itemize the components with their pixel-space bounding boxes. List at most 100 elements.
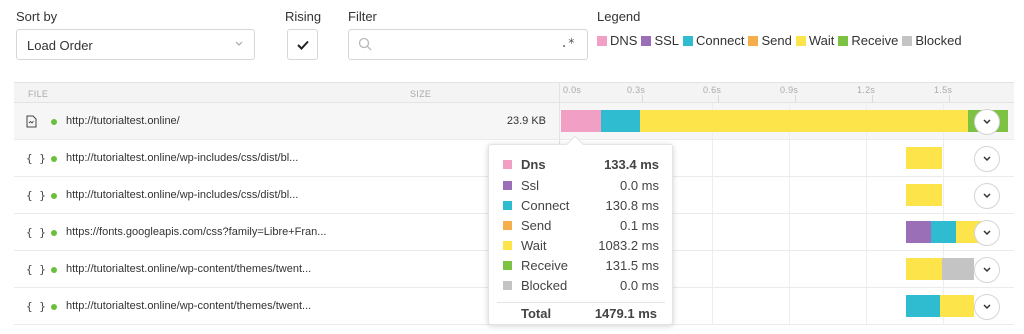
tooltip-value: 0.0 ms: [619, 178, 659, 193]
status-dot: [51, 156, 57, 162]
expand-row-button[interactable]: [974, 257, 1000, 283]
grid-line: [712, 140, 713, 176]
status-dot: [51, 193, 57, 199]
chevron-down-icon: [983, 156, 991, 162]
chevron-down-icon: [983, 119, 991, 125]
css-file-icon: { }: [26, 152, 46, 165]
tooltip-swatch-dns: [503, 160, 512, 169]
tooltip-name: Dns: [521, 157, 546, 172]
timeline-tick: 0.0s: [563, 85, 582, 95]
tooltip-name: Blocked: [521, 278, 568, 293]
chevron-down-icon: [983, 267, 991, 273]
legend: DNS SSL Connect Send Wait Receive Blocke…: [597, 33, 962, 48]
timing-bar-wait: [906, 258, 942, 280]
table-row[interactable]: http://tutorialtest.online/ 23.9 KB: [14, 103, 1014, 140]
request-url: http://tutorialtest.online/wp-content/th…: [66, 263, 312, 275]
filter-input[interactable]: [379, 30, 559, 59]
timing-bar-wait: [940, 295, 974, 317]
timeline-cell: [559, 103, 1014, 139]
filter-box[interactable]: .*: [348, 29, 588, 60]
timeline-tick: 0.9s: [780, 85, 799, 95]
request-url: http://tutorialtest.online/wp-content/th…: [66, 300, 312, 312]
regex-toggle[interactable]: .*: [561, 36, 575, 50]
rising-label: Rising: [285, 9, 322, 24]
expand-row-button[interactable]: [974, 109, 1000, 135]
request-size: 23.9 KB: [506, 115, 546, 127]
chevron-down-icon: [983, 230, 991, 236]
tooltip-total-label: Total: [521, 306, 552, 321]
status-dot: [51, 267, 57, 273]
grid-line: [866, 140, 867, 176]
timing-bar-dns: [561, 110, 601, 132]
timeline-header: 0.0s 0.3s 0.6s 0.9s 1.2s 1.5s: [559, 83, 1014, 102]
tooltip-row-receive: Receive 131.5 ms: [489, 256, 674, 276]
tooltip-value: 0.1 ms: [619, 218, 659, 233]
legend-item-receive: Receive: [851, 33, 899, 48]
expand-row-button[interactable]: [974, 294, 1000, 320]
tooltip-row-ssl: Ssl 0.0 ms: [489, 176, 674, 196]
legend-swatch-dns: [597, 35, 607, 46]
filter-label: Filter: [348, 9, 377, 24]
status-dot: [51, 304, 57, 310]
legend-swatch-wait: [795, 35, 806, 46]
status-dot: [51, 119, 57, 125]
tooltip-name: Ssl: [521, 178, 540, 193]
legend-swatch-connect: [683, 35, 694, 46]
timeline-tick-mark: [718, 95, 719, 102]
tooltip-swatch-send: [503, 221, 512, 230]
legend-item-blocked: Blocked: [915, 33, 962, 48]
tooltip-swatch-ssl: [503, 181, 512, 190]
html-file-icon: [26, 115, 37, 131]
request-url: http://tutorialtest.online/wp-includes/c…: [66, 189, 299, 201]
timeline-tick-mark: [872, 95, 873, 102]
tooltip-name: Send: [521, 218, 552, 233]
rising-checkbox[interactable]: [287, 29, 318, 60]
tooltip-row-wait: Wait 1083.2 ms: [489, 236, 674, 256]
sort-by-select[interactable]: Load Order: [16, 29, 255, 60]
timing-bar-connect: [601, 110, 640, 132]
tooltip-row-send: Send 0.1 ms: [489, 216, 674, 236]
css-file-icon: { }: [26, 300, 46, 313]
timing-bar-blocked: [942, 258, 974, 280]
timing-bar-ssl: [906, 221, 931, 243]
legend-swatch-send: [748, 35, 759, 46]
css-file-icon: { }: [26, 189, 46, 202]
tooltip-value: 131.5 ms: [605, 258, 659, 273]
grid-line: [943, 177, 944, 213]
tooltip-swatch-receive: [503, 261, 512, 270]
timeline-tick-mark: [949, 95, 950, 102]
grid-line: [789, 140, 790, 176]
legend-item-wait: Wait: [808, 33, 835, 48]
tooltip-total-value: 1479.1 ms: [594, 306, 657, 321]
legend-swatch-blocked: [902, 35, 913, 46]
legend-item-dns: DNS: [610, 33, 638, 48]
tooltip-swatch-blocked: [503, 281, 512, 290]
timing-bar-wait: [906, 184, 942, 206]
grid-line: [789, 251, 790, 287]
grid-line: [943, 140, 944, 176]
grid-line: [712, 251, 713, 287]
column-header-size[interactable]: SIZE: [410, 89, 431, 99]
table-header: FILE SIZE 0.0s 0.3s 0.6s 0.9s 1.2s 1.5s: [14, 82, 1014, 103]
status-dot: [51, 230, 57, 236]
grid-line: [789, 177, 790, 213]
expand-row-button[interactable]: [974, 146, 1000, 172]
tooltip-value: 130.8 ms: [605, 198, 659, 213]
sort-by-value: Load Order: [27, 38, 93, 53]
expand-row-button[interactable]: [974, 183, 1000, 209]
grid-line: [789, 214, 790, 250]
expand-row-button[interactable]: [974, 220, 1000, 246]
timeline-tick: 1.2s: [857, 85, 876, 95]
legend-item-send: Send: [761, 33, 792, 48]
tooltip-row-connect: Connect 130.8 ms: [489, 196, 674, 216]
tooltip-swatch-wait: [503, 241, 512, 250]
tooltip-value: 0.0 ms: [619, 278, 659, 293]
sort-by-label: Sort by: [16, 9, 58, 24]
grid-line: [712, 214, 713, 250]
grid-line: [866, 214, 867, 250]
grid-line: [866, 251, 867, 287]
timeline-tick-mark: [795, 95, 796, 102]
chevron-down-icon: [983, 193, 991, 199]
checkmark-icon: [296, 40, 309, 50]
column-header-file[interactable]: FILE: [28, 89, 48, 99]
